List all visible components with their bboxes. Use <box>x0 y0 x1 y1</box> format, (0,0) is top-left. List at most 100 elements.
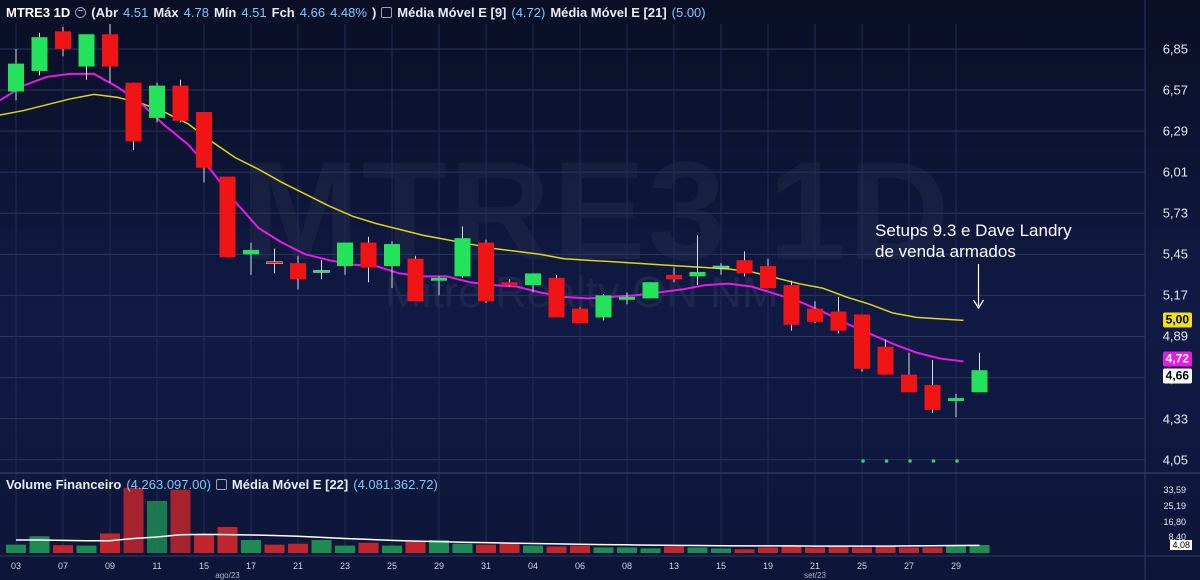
volume-bar <box>499 543 520 553</box>
volume-bar <box>217 526 238 553</box>
volume-bar <box>617 547 637 553</box>
volume-bar <box>53 545 73 553</box>
low-label: Mín <box>213 4 237 20</box>
price-tick-label: 4,33 <box>1162 411 1188 427</box>
candle-body <box>407 258 424 302</box>
month-tick-label: set/23 <box>804 571 826 580</box>
ma9-toggle-icon[interactable] <box>381 6 393 18</box>
volume-bar <box>899 547 919 553</box>
date-tick-label: 17 <box>245 561 257 571</box>
volume-bar <box>382 545 402 553</box>
candle-body <box>854 314 870 369</box>
date-tick-label: 29 <box>433 561 445 571</box>
candle-body <box>196 112 212 168</box>
month-tick-label: ago/23 <box>215 571 240 580</box>
candle-body <box>172 85 189 121</box>
candle-body <box>666 274 682 280</box>
ma9-label[interactable]: Média Móvel E [9] <box>397 5 506 20</box>
price-tick-label: 4,05 <box>1162 452 1188 468</box>
volume-ma-toggle-icon[interactable] <box>215 479 227 490</box>
candle-body <box>313 270 330 273</box>
ma21-value: (5.00) <box>671 4 706 20</box>
volume-ma-label[interactable]: Média Móvel E [22] <box>232 477 348 492</box>
candle-body <box>102 34 118 67</box>
candle-body <box>712 265 730 269</box>
volume-bar <box>805 547 825 553</box>
annotation-line-1: Setups 9.3 e Dave Landry <box>875 221 1072 240</box>
close-value: 4.66 <box>299 4 326 20</box>
close-label: Fch <box>271 4 295 20</box>
date-tick-label: 29 <box>950 561 962 571</box>
price-tick-label: 6,85 <box>1162 41 1188 57</box>
volume-bar <box>523 545 543 553</box>
date-tick-label: 15 <box>715 561 727 571</box>
change-value: 4.48% <box>330 4 367 20</box>
volume-bar <box>264 544 285 553</box>
volume-bar <box>6 544 26 553</box>
volume-bar <box>147 500 167 553</box>
candle-body <box>830 311 847 331</box>
volume-bar <box>640 548 661 553</box>
candle-body <box>877 346 894 375</box>
volume-bar <box>922 547 943 553</box>
candle-body <box>736 260 753 274</box>
date-tick-label: 25 <box>386 561 398 571</box>
date-tick-label: 21 <box>292 561 304 571</box>
volume-tick-label: 25,19 <box>1163 501 1186 512</box>
date-tick-label: 08 <box>621 561 633 571</box>
volume-header: Volume Financeiro (4.263.097.00) Média M… <box>6 477 438 492</box>
date-tick-label: 06 <box>574 561 586 571</box>
volume-bar <box>29 536 50 553</box>
candle-body <box>783 285 800 325</box>
candle-body <box>525 273 541 286</box>
ma21-label[interactable]: Média Móvel E [21] <box>550 5 666 20</box>
volume-label[interactable]: Volume Financeiro <box>6 477 121 492</box>
candle-body <box>55 31 71 49</box>
candle-body <box>572 308 588 324</box>
volume-bar <box>476 544 496 553</box>
volume-bar <box>335 545 355 553</box>
volume-bar <box>758 547 778 553</box>
volume-value: (4.263.097.00) <box>126 477 211 492</box>
open-value: 4.51 <box>123 4 149 20</box>
date-tick-label: 15 <box>198 561 210 571</box>
date-tick-label: 19 <box>762 561 774 571</box>
candle-body <box>78 34 95 67</box>
date-tick-label: 11 <box>152 561 162 571</box>
volume-bar <box>664 546 684 553</box>
candle-body <box>971 370 988 393</box>
date-tick-label: 23 <box>339 561 351 571</box>
candle-body <box>219 176 236 258</box>
candle-body <box>501 282 518 286</box>
price-tick-label: 5,45 <box>1162 246 1188 262</box>
volume-bar <box>687 547 708 553</box>
volume-bar <box>593 547 614 553</box>
volume-bar <box>241 539 261 553</box>
open-label: (Abr <box>91 4 119 20</box>
candle-body <box>948 398 964 402</box>
volume-bar <box>946 545 966 553</box>
symbol-label[interactable]: MTRE3 1D <box>6 5 70 20</box>
candle-body <box>807 308 823 322</box>
candle-body <box>431 277 447 281</box>
volume-bar <box>123 487 144 553</box>
candle-body <box>243 249 259 255</box>
minimize-icon[interactable]: − <box>75 6 87 18</box>
price-tick-label: 6,29 <box>1162 123 1188 139</box>
low-value: 4.51 <box>241 4 267 20</box>
candle-body <box>360 242 377 268</box>
date-tick-label: 07 <box>57 561 69 571</box>
setup-marker-dot <box>931 459 936 463</box>
setup-marker-dot <box>908 459 912 463</box>
volume-bar <box>828 546 849 553</box>
price-tick-label: 5,17 <box>1162 287 1188 303</box>
volume-ma-value: (4.081.362.72) <box>353 477 438 492</box>
volume-tick-label: 33,59 <box>1163 485 1186 496</box>
price-chart[interactable] <box>0 0 1200 580</box>
close-price-tag: 4,66 <box>1162 368 1192 384</box>
candle-body <box>337 242 353 267</box>
price-tick-label: 4,89 <box>1162 328 1188 344</box>
high-value: 4.78 <box>183 4 209 20</box>
volume-bar <box>358 542 379 553</box>
date-tick-label: 25 <box>856 561 868 571</box>
